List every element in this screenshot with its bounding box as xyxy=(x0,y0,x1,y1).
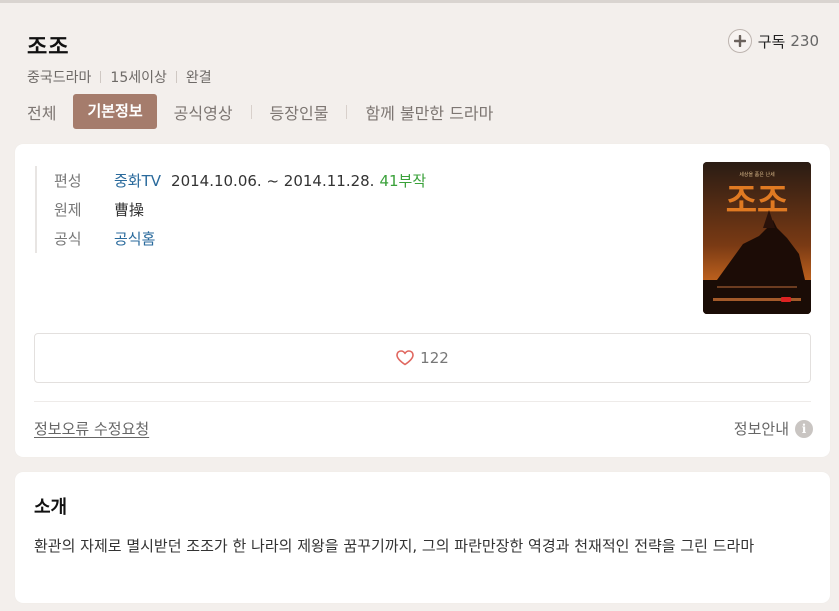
original-title: 曹操 xyxy=(114,201,145,219)
info-row-broadcast: 편성 중화TV 2014.10.06. ~ 2014.11.28. 41부작 xyxy=(54,166,426,195)
tab-bar: 전체 기본정보 공식영상 등장인물 함께 불만한 드라마 xyxy=(27,94,493,129)
info-guide-label: 정보안내 xyxy=(733,420,789,438)
poster-image: 세상을 품은 난세 조조 xyxy=(703,162,811,314)
report-error-link[interactable]: 정보오류 수정요청 xyxy=(34,418,149,439)
broadcast-label: 편성 xyxy=(54,172,82,190)
episode-count: 41부작 xyxy=(379,172,427,190)
tab-all[interactable]: 전체 xyxy=(27,100,56,124)
meta-divider xyxy=(100,71,102,83)
heart-icon xyxy=(396,350,414,366)
official-home-link[interactable]: 공식홈 xyxy=(114,228,155,249)
tab-official-video[interactable]: 공식영상 xyxy=(174,100,233,124)
drama-poster[interactable]: 세상을 품은 난세 조조 xyxy=(703,162,811,314)
page-title: 조조 xyxy=(27,35,70,60)
intro-card: 소개 환관의 자제로 멸시받던 조조가 한 나라의 제왕을 꿈꾸기까지, 그의 … xyxy=(15,472,830,603)
subscribe-label: 구독 xyxy=(757,32,786,51)
like-count: 122 xyxy=(420,349,449,367)
poster-title: 조조 xyxy=(726,181,789,221)
intro-text: 환관의 자제로 멸시받던 조조가 한 나라의 제왕을 꿈꾸기까지, 그의 파란만… xyxy=(34,537,755,555)
poster-tagline: 세상을 품은 난세 xyxy=(739,171,775,178)
official-label: 공식 xyxy=(54,230,82,248)
subscribe-count: 230 xyxy=(790,32,819,50)
tab-characters[interactable]: 등장인물 xyxy=(270,100,329,124)
info-icon: i xyxy=(795,419,813,438)
tab-basic-info[interactable]: 기본정보 xyxy=(73,94,157,129)
drama-meta: 중국드라마 15세이상 완결 xyxy=(27,67,212,87)
original-title-label: 원제 xyxy=(54,201,82,219)
intro-heading: 소개 xyxy=(34,497,68,518)
tab-divider xyxy=(346,104,348,119)
tab-divider xyxy=(250,104,252,119)
info-row-official: 공식 공식홈 xyxy=(54,224,426,253)
meta-genre: 중국드라마 xyxy=(27,70,92,86)
like-button[interactable]: 122 xyxy=(34,333,811,383)
plus-icon xyxy=(727,29,752,53)
tab-related-dramas[interactable]: 함께 불만한 드라마 xyxy=(365,100,493,124)
meta-rating: 15세이상 xyxy=(110,70,167,86)
info-table: 편성 중화TV 2014.10.06. ~ 2014.11.28. 41부작 원… xyxy=(35,166,426,253)
divider xyxy=(34,401,811,402)
channel-link[interactable]: 중화TV xyxy=(114,170,161,191)
info-guide-button[interactable]: 정보안내 i xyxy=(734,418,813,439)
meta-status: 완결 xyxy=(185,70,212,86)
basic-info-card: 편성 중화TV 2014.10.06. ~ 2014.11.28. 41부작 원… xyxy=(15,144,830,457)
air-dates: 2014.10.06. ~ 2014.11.28. xyxy=(171,171,375,190)
meta-divider xyxy=(175,71,177,83)
info-row-original-title: 원제 曹操 xyxy=(54,195,426,224)
subscribe-button[interactable]: 구독 230 xyxy=(727,29,819,53)
drama-header: 조조 구독 230 중국드라마 15세이상 완결 전체 기본정보 공식영상 등장… xyxy=(0,3,839,139)
